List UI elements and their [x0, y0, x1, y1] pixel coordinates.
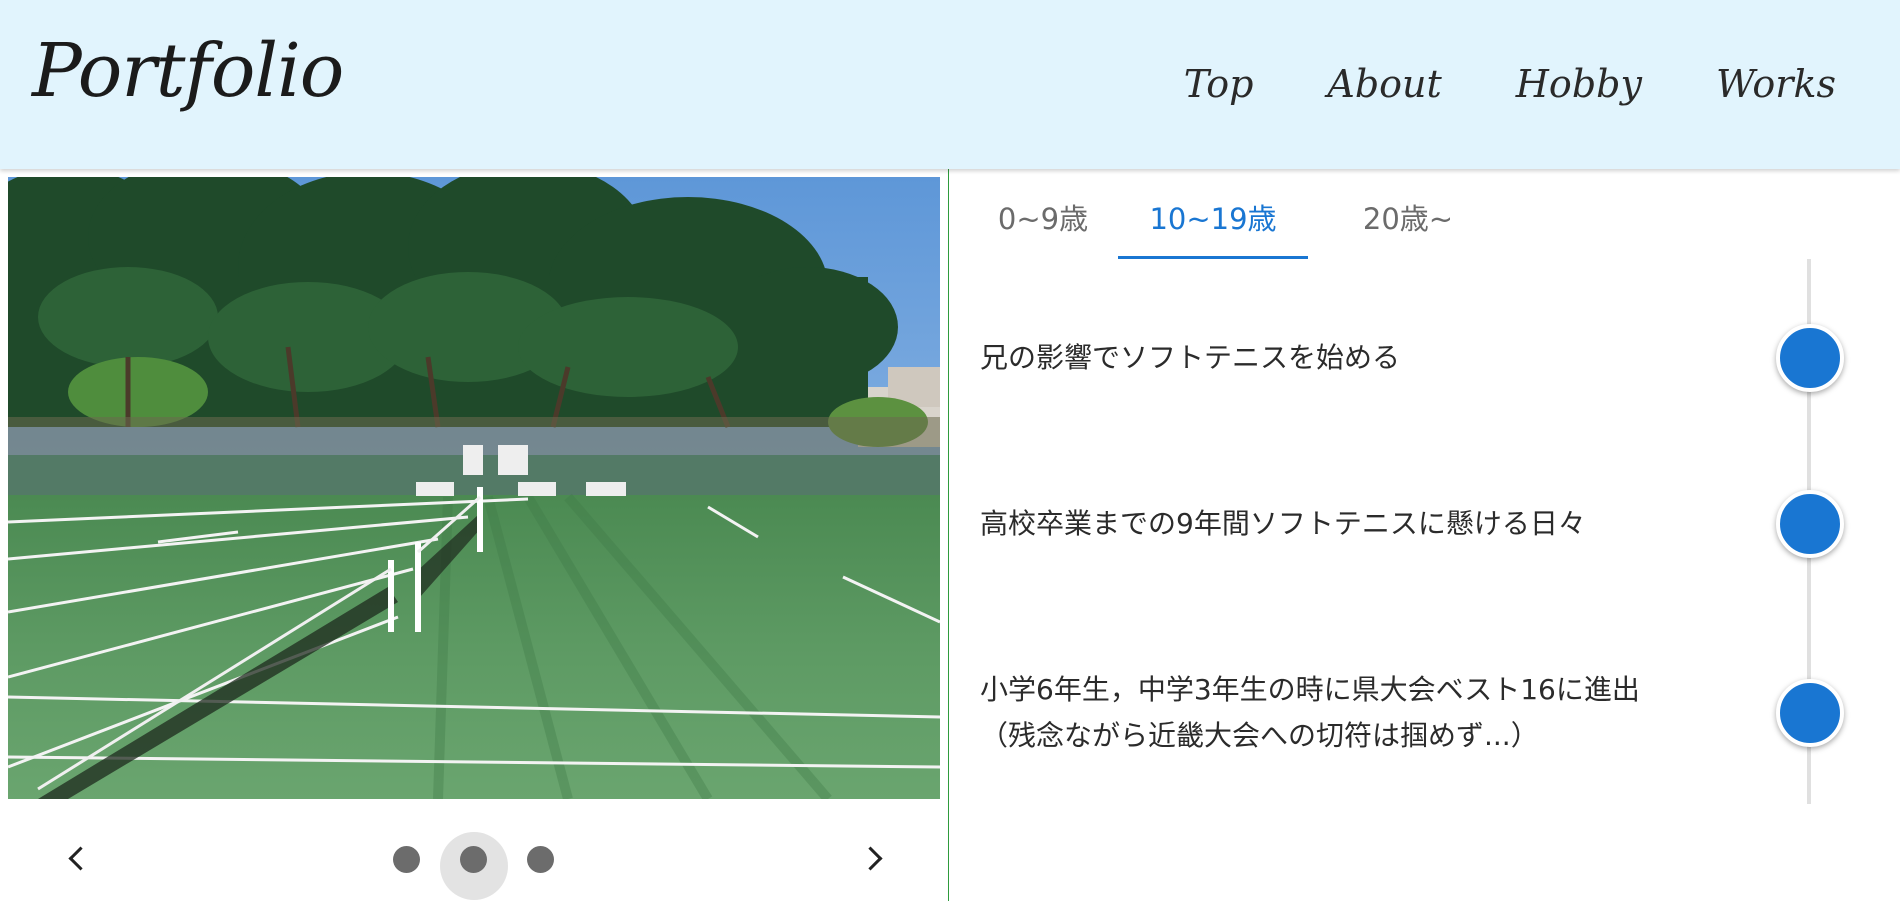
tab-age-0-9[interactable]: 0~9歳	[988, 196, 1098, 238]
column-divider	[948, 169, 949, 901]
active-tab-indicator	[1118, 256, 1308, 259]
timeline-event-2: 高校卒業までの9年間ソフトテニスに懸ける日々	[980, 501, 1586, 547]
carousel-controls	[0, 820, 948, 901]
timeline-event-1: 兄の影響でソフトテニスを始める	[980, 335, 1400, 381]
carousel-image	[8, 177, 940, 799]
timeline-dot-1	[1776, 324, 1844, 392]
timeline-event-3: 小学6年生，中学3年生の時に県大会ベスト16に進出 （残念ながら近畿大会への切符…	[980, 667, 1640, 759]
timeline-dot-3	[1776, 679, 1844, 747]
event-text-line: 兄の影響でソフトテニスを始める	[980, 341, 1401, 374]
nav-item-works[interactable]: Works	[1716, 62, 1836, 106]
chevron-left-icon[interactable]	[68, 846, 93, 871]
nav-item-about[interactable]: About	[1327, 62, 1441, 106]
main-nav: Top About Hobby Works	[1110, 62, 1836, 106]
nav-item-top[interactable]: Top	[1184, 62, 1254, 106]
carousel-dot-3[interactable]	[527, 846, 554, 873]
event-text-line: 小学6年生，中学3年生の時に県大会ベスト16に進出	[980, 673, 1640, 706]
carousel-dot-1[interactable]	[393, 846, 420, 873]
event-text-line: （残念ながら近畿大会への切符は掴めず...）	[980, 719, 1539, 752]
tab-age-20[interactable]: 20歳~	[1338, 196, 1478, 238]
nav-item-hobby[interactable]: Hobby	[1516, 62, 1642, 106]
event-text-line: 高校卒業までの9年間ソフトテニスに懸ける日々	[980, 507, 1586, 540]
site-logo[interactable]: Portfolio	[32, 28, 344, 114]
tab-age-10-19[interactable]: 10~19歳	[1118, 196, 1308, 238]
tennis-court-photo	[8, 177, 940, 799]
carousel-dot-2[interactable]	[460, 846, 487, 873]
chevron-right-icon[interactable]	[858, 846, 883, 871]
timeline-dot-2	[1776, 490, 1844, 558]
site-header: Portfolio Top About Hobby Works	[0, 0, 1900, 169]
